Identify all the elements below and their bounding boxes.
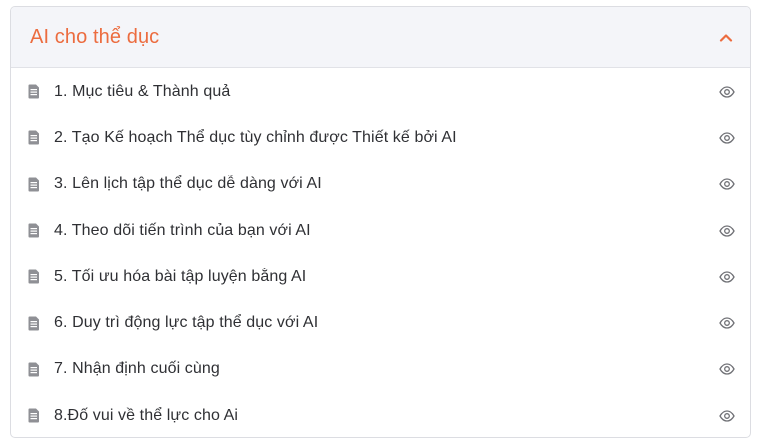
section-title: AI cho thể dục — [30, 25, 160, 48]
lesson-item[interactable]: 5. Tối ưu hóa bài tập luyện bằng AI — [11, 254, 750, 300]
eye-icon[interactable] — [719, 410, 735, 422]
eye-icon[interactable] — [719, 317, 735, 329]
course-section-accordion: AI cho thể dục 1. Mục tiêu & Thành quả 2… — [10, 6, 751, 438]
document-icon — [28, 84, 40, 99]
lesson-title: 6. Duy trì động lực tập thể dục với AI — [54, 314, 319, 332]
lesson-title: 5. Tối ưu hóa bài tập luyện bằng AI — [54, 267, 307, 285]
eye-icon[interactable] — [719, 132, 735, 144]
lesson-title: 4. Theo dõi tiến trình của bạn với AI — [54, 221, 311, 239]
document-icon — [28, 130, 40, 145]
document-icon — [28, 177, 40, 192]
lesson-item[interactable]: 8.Đố vui về thể lực cho Ai — [11, 393, 750, 437]
lesson-item[interactable]: 3. Lên lịch tập thể dục dễ dàng với AI — [11, 161, 750, 207]
document-icon — [28, 316, 40, 331]
lesson-item[interactable]: 4. Theo dõi tiến trình của bạn với AI — [11, 207, 750, 253]
lesson-title: 8.Đố vui về thể lực cho Ai — [54, 406, 239, 424]
lesson-list: 1. Mục tiêu & Thành quả 2. Tạo Kế hoạch … — [11, 69, 750, 438]
lesson-item[interactable]: 2. Tạo Kế hoạch Thể dục tùy chỉnh được T… — [11, 115, 750, 161]
eye-icon[interactable] — [719, 178, 735, 190]
document-icon — [28, 362, 40, 377]
section-header[interactable]: AI cho thể dục — [11, 7, 750, 68]
lesson-title: 3. Lên lịch tập thể dục dễ dàng với AI — [54, 175, 322, 193]
document-icon — [28, 408, 40, 423]
lesson-item[interactable]: 7. Nhận định cuối cùng — [11, 346, 750, 392]
eye-icon[interactable] — [719, 271, 735, 283]
lesson-item[interactable]: 1. Mục tiêu & Thành quả — [11, 69, 750, 115]
eye-icon[interactable] — [719, 224, 735, 237]
document-icon — [28, 223, 40, 238]
lesson-title: 1. Mục tiêu & Thành quả — [54, 82, 231, 100]
lesson-title: 2. Tạo Kế hoạch Thể dục tùy chỉnh được T… — [54, 128, 457, 146]
lesson-title: 7. Nhận định cuối cùng — [54, 360, 220, 378]
eye-icon[interactable] — [719, 85, 735, 98]
chevron-up-icon[interactable] — [718, 29, 734, 45]
eye-icon[interactable] — [719, 363, 735, 376]
document-icon — [28, 269, 40, 284]
lesson-item[interactable]: 6. Duy trì động lực tập thể dục với AI — [11, 300, 750, 346]
